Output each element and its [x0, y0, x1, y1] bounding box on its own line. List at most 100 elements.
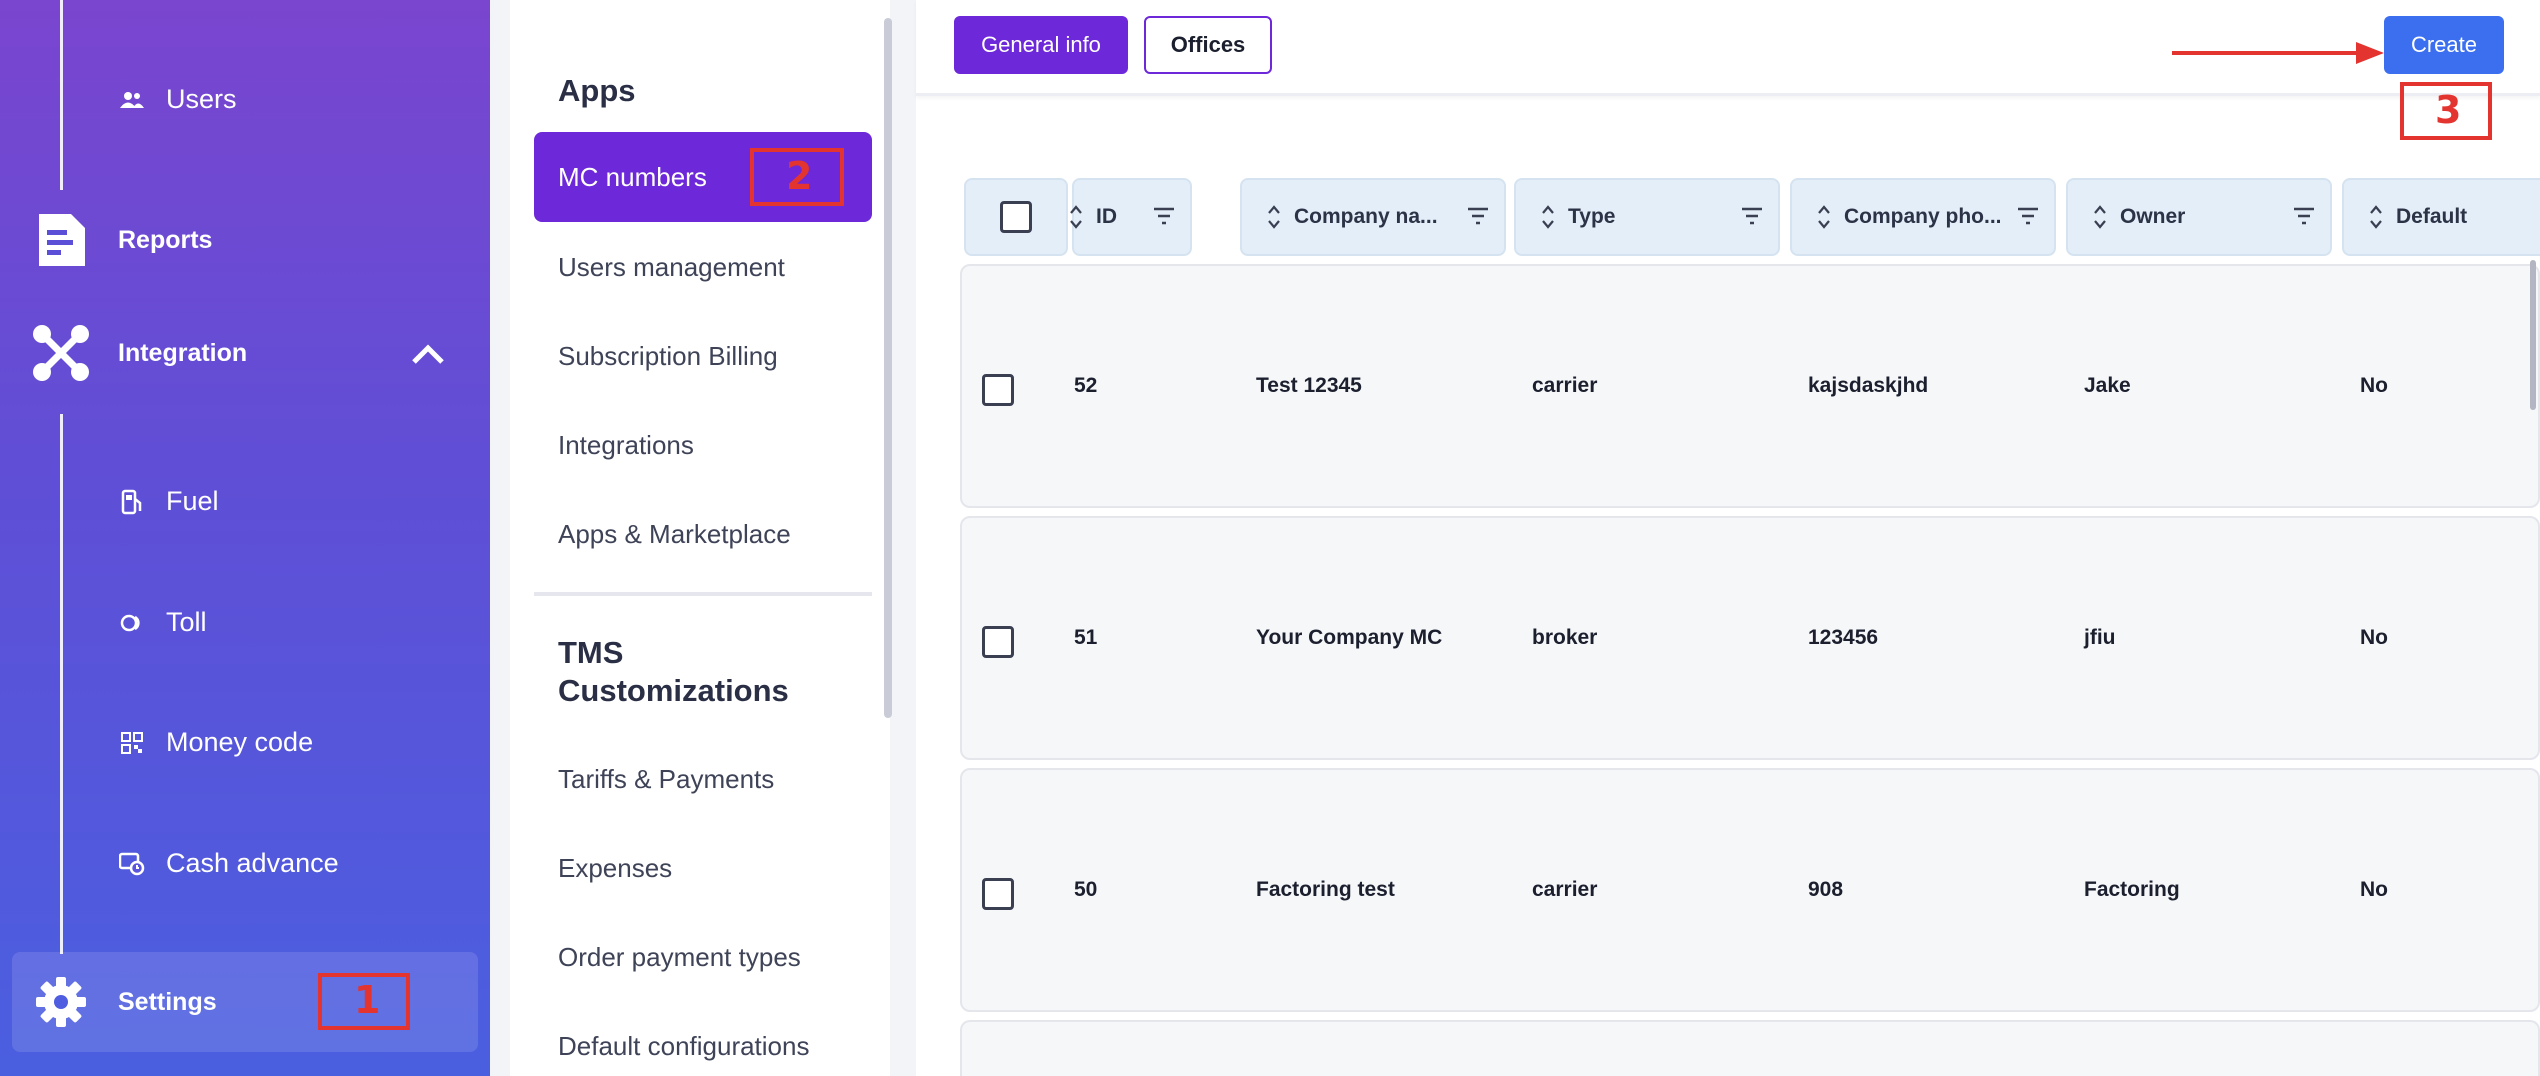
cell-type: carrier: [1532, 374, 1598, 397]
select-all-checkbox[interactable]: [1000, 201, 1032, 233]
submenu-item-expenses[interactable]: Expenses: [558, 853, 672, 884]
annotation-label-1: 1: [354, 978, 381, 1022]
gear-icon: [32, 973, 90, 1031]
sidebar-item-label: Fuel: [166, 486, 219, 516]
sidebar-item-integration[interactable]: Integration: [32, 324, 247, 382]
cell-company-name: Factoring test: [1256, 878, 1395, 901]
sort-icon[interactable]: [1816, 203, 1832, 231]
filter-icon[interactable]: [2292, 206, 2316, 226]
submenu-item-integrations[interactable]: Integrations: [558, 430, 694, 461]
table-scrollbar[interactable]: [2530, 260, 2536, 410]
column-label: Default: [2396, 205, 2468, 228]
sort-icon[interactable]: [1540, 203, 1556, 231]
submenu-item-label: MC numbers: [558, 161, 707, 192]
users-icon: [118, 86, 146, 114]
main-panel: General info Offices Create 3 ID Company…: [916, 0, 2540, 1076]
table-row[interactable]: [960, 1020, 2540, 1076]
column-header-id[interactable]: ID: [1070, 178, 1192, 256]
cell-type: carrier: [1532, 878, 1598, 901]
cell-default: No: [2360, 374, 2388, 397]
column-label: Company pho...: [1844, 205, 2002, 228]
sidebar-item-label: Settings: [118, 987, 217, 1016]
filter-icon[interactable]: [1466, 206, 1490, 226]
sort-icon[interactable]: [1068, 203, 1084, 231]
chevron-up-icon[interactable]: [408, 334, 448, 374]
column-label: Type: [1568, 205, 1616, 228]
column-label: Company na...: [1294, 205, 1438, 228]
fuel-icon: [118, 488, 146, 516]
tree-line: [60, 414, 63, 954]
sidebar-item-reports[interactable]: Reports: [32, 211, 212, 269]
settings-submenu: Apps MC numbers 2 Users management Subsc…: [510, 0, 890, 1076]
sort-icon[interactable]: [1266, 203, 1282, 231]
submenu-item-default-configurations[interactable]: Default configurations: [558, 1031, 809, 1062]
sidebar-item-label: Money code: [166, 727, 314, 757]
sidebar-item-fuel[interactable]: Fuel: [118, 486, 219, 517]
sidebar-item-label: Cash advance: [166, 848, 339, 878]
submenu-divider: [534, 592, 872, 596]
sidebar-item-settings[interactable]: Settings: [32, 973, 217, 1031]
cell-company-name: Your Company MC: [1256, 626, 1443, 649]
submenu-item-apps-marketplace[interactable]: Apps & Marketplace: [558, 519, 791, 550]
column-header-type[interactable]: Type: [1514, 178, 1780, 256]
cell-type: broker: [1532, 626, 1598, 649]
integration-icon: [32, 324, 90, 382]
money-code-icon: [118, 729, 146, 757]
filter-icon[interactable]: [1740, 206, 1764, 226]
filter-icon[interactable]: [1152, 206, 1176, 226]
row-checkbox[interactable]: [982, 878, 1014, 910]
cell-company-name: Test 12345: [1256, 374, 1362, 397]
annotation-arrow: [2172, 42, 2384, 64]
column-header-company-name[interactable]: Company na...: [1240, 178, 1506, 256]
toll-icon: [118, 609, 146, 637]
annotation-label-2: 2: [786, 154, 813, 198]
sidebar-item-label: Integration: [118, 338, 248, 367]
row-checkbox[interactable]: [982, 626, 1014, 658]
general-info-button[interactable]: General info: [954, 16, 1128, 74]
sidebar-item-cash-advance[interactable]: Cash advance: [118, 848, 339, 879]
annotation-label-3: 3: [2435, 88, 2462, 132]
tms-heading: TMS Customizations: [558, 635, 789, 708]
submenu-item-users-management[interactable]: Users management: [558, 252, 785, 283]
sidebar-item-money-code[interactable]: Money code: [118, 727, 313, 758]
cell-owner: Factoring: [2084, 878, 2180, 901]
sidebar-item-label: Reports: [118, 225, 213, 254]
sort-icon[interactable]: [2368, 203, 2384, 231]
cell-id: 51: [1074, 626, 1098, 649]
submenu-item-order-payment-types[interactable]: Order payment types: [558, 942, 801, 973]
sidebar-item-toll[interactable]: Toll: [118, 607, 207, 638]
cell-company-phone: 123456: [1808, 626, 1879, 649]
sidebar-item-users[interactable]: Users: [118, 84, 237, 115]
submenu-scrollbar[interactable]: [884, 18, 892, 718]
cell-default: No: [2360, 626, 2388, 649]
tree-line: [60, 0, 63, 190]
cash-advance-icon: [118, 850, 146, 878]
table-row[interactable]: 50 Factoring test carrier 908 Factoring …: [960, 768, 2540, 1012]
apps-heading: Apps: [558, 73, 636, 108]
sidebar: Users Reports Integration Fuel Toll Mone…: [0, 0, 490, 1076]
column-header-company-phone[interactable]: Company pho...: [1790, 178, 2056, 256]
offices-button[interactable]: Offices: [1144, 16, 1272, 74]
cell-owner: jfiu: [2084, 626, 2116, 649]
column-label: ID: [1096, 205, 1117, 228]
column-label: Owner: [2120, 205, 2186, 228]
header-select-all: [964, 178, 1068, 256]
cell-owner: Jake: [2084, 374, 2131, 397]
table-row[interactable]: 52 Test 12345 carrier kajsdaskjhd Jake N…: [960, 264, 2540, 508]
column-header-owner[interactable]: Owner: [2066, 178, 2332, 256]
sidebar-item-label: Toll: [166, 607, 207, 637]
cell-default: No: [2360, 878, 2388, 901]
sidebar-item-label: Users: [166, 84, 237, 114]
filter-icon[interactable]: [2016, 206, 2040, 226]
create-button[interactable]: Create: [2384, 16, 2504, 74]
submenu-item-tariffs-payments[interactable]: Tariffs & Payments: [558, 764, 774, 795]
cell-company-phone: kajsdaskjhd: [1808, 374, 1929, 397]
cell-id: 52: [1074, 374, 1098, 397]
table-row[interactable]: 51 Your Company MC broker 123456 jfiu No: [960, 516, 2540, 760]
cell-company-phone: 908: [1808, 878, 1844, 901]
sort-icon[interactable]: [2092, 203, 2108, 231]
submenu-item-subscription-billing[interactable]: Subscription Billing: [558, 341, 778, 372]
reports-icon: [32, 211, 90, 269]
column-header-default[interactable]: Default: [2342, 178, 2540, 256]
row-checkbox[interactable]: [982, 374, 1014, 406]
